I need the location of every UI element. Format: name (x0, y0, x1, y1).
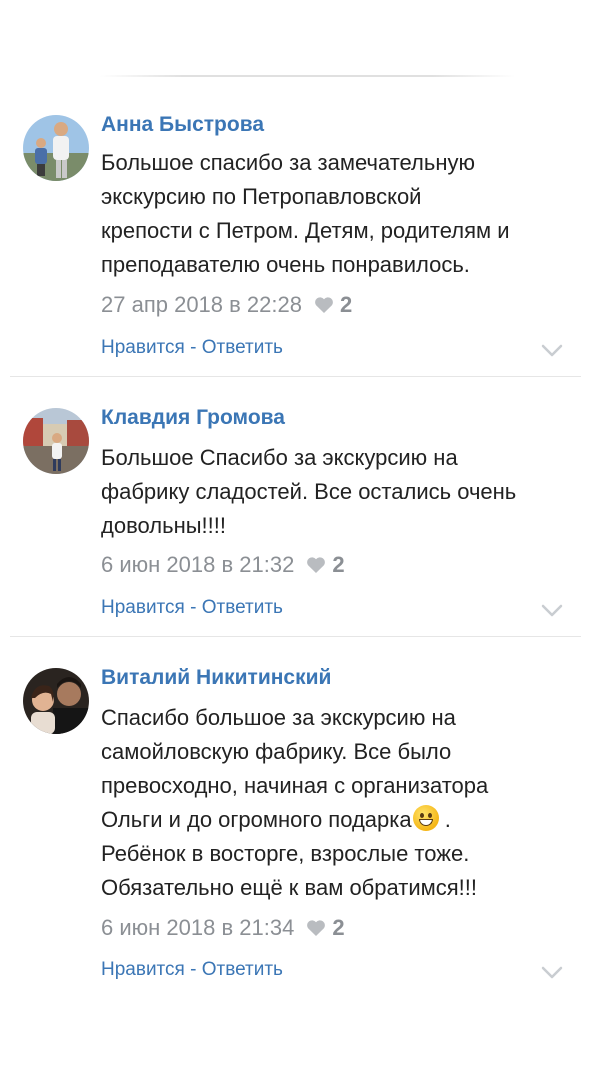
heart-icon[interactable] (306, 919, 326, 937)
comment-text: Большое Спасибо за экскурсию на фабрику … (101, 445, 517, 538)
action-separator: - (184, 959, 202, 980)
comment-author[interactable]: Клавдия Громова (101, 406, 285, 430)
avatar[interactable] (23, 668, 89, 734)
comment-actions: Нравится - Ответить (101, 597, 283, 619)
comment-text: Спасибо большое за экскурсию на самойлов… (101, 705, 489, 900)
comment-divider (10, 376, 581, 377)
comment-meta: 6 июн 2018 в 21:34 2 (101, 915, 345, 941)
comment-date[interactable]: 6 июн 2018 в 21:32 (101, 552, 294, 578)
like-link[interactable]: Нравится (101, 597, 185, 618)
chevron-down-icon[interactable] (541, 966, 563, 980)
reply-link[interactable]: Ответить (202, 597, 283, 618)
comment-meta: 27 апр 2018 в 22:28 2 (101, 292, 352, 318)
chevron-down-icon[interactable] (541, 344, 563, 358)
comment-date[interactable]: 27 апр 2018 в 22:28 (101, 292, 302, 318)
like-count: 2 (332, 552, 345, 577)
like-link[interactable]: Нравится (101, 959, 185, 980)
comment-author[interactable]: Виталий Никитинский (101, 666, 331, 690)
comment-text: Большое спасибо за замечательную экскурс… (101, 150, 510, 277)
comment-meta: 6 июн 2018 в 21:32 2 (101, 552, 345, 578)
reply-link[interactable]: Ответить (202, 337, 283, 358)
heart-icon[interactable] (314, 296, 334, 314)
like-count: 2 (332, 915, 345, 940)
comment-date[interactable]: 6 июн 2018 в 21:34 (101, 915, 294, 941)
comment-author[interactable]: Анна Быстрова (101, 113, 264, 137)
like-link[interactable]: Нравится (101, 337, 185, 358)
action-separator: - (184, 337, 202, 358)
top-divider (100, 75, 515, 77)
comment-divider (10, 636, 581, 637)
chevron-down-icon[interactable] (541, 604, 563, 618)
avatar[interactable] (23, 115, 89, 181)
action-separator: - (184, 597, 202, 618)
comment-actions: Нравится - Ответить (101, 337, 283, 359)
avatar[interactable] (23, 408, 89, 474)
reply-link[interactable]: Ответить (202, 959, 283, 980)
grinning-face-emoji (412, 805, 439, 831)
heart-icon[interactable] (306, 556, 326, 574)
like-count: 2 (340, 292, 353, 317)
comment-actions: Нравится - Ответить (101, 959, 283, 981)
